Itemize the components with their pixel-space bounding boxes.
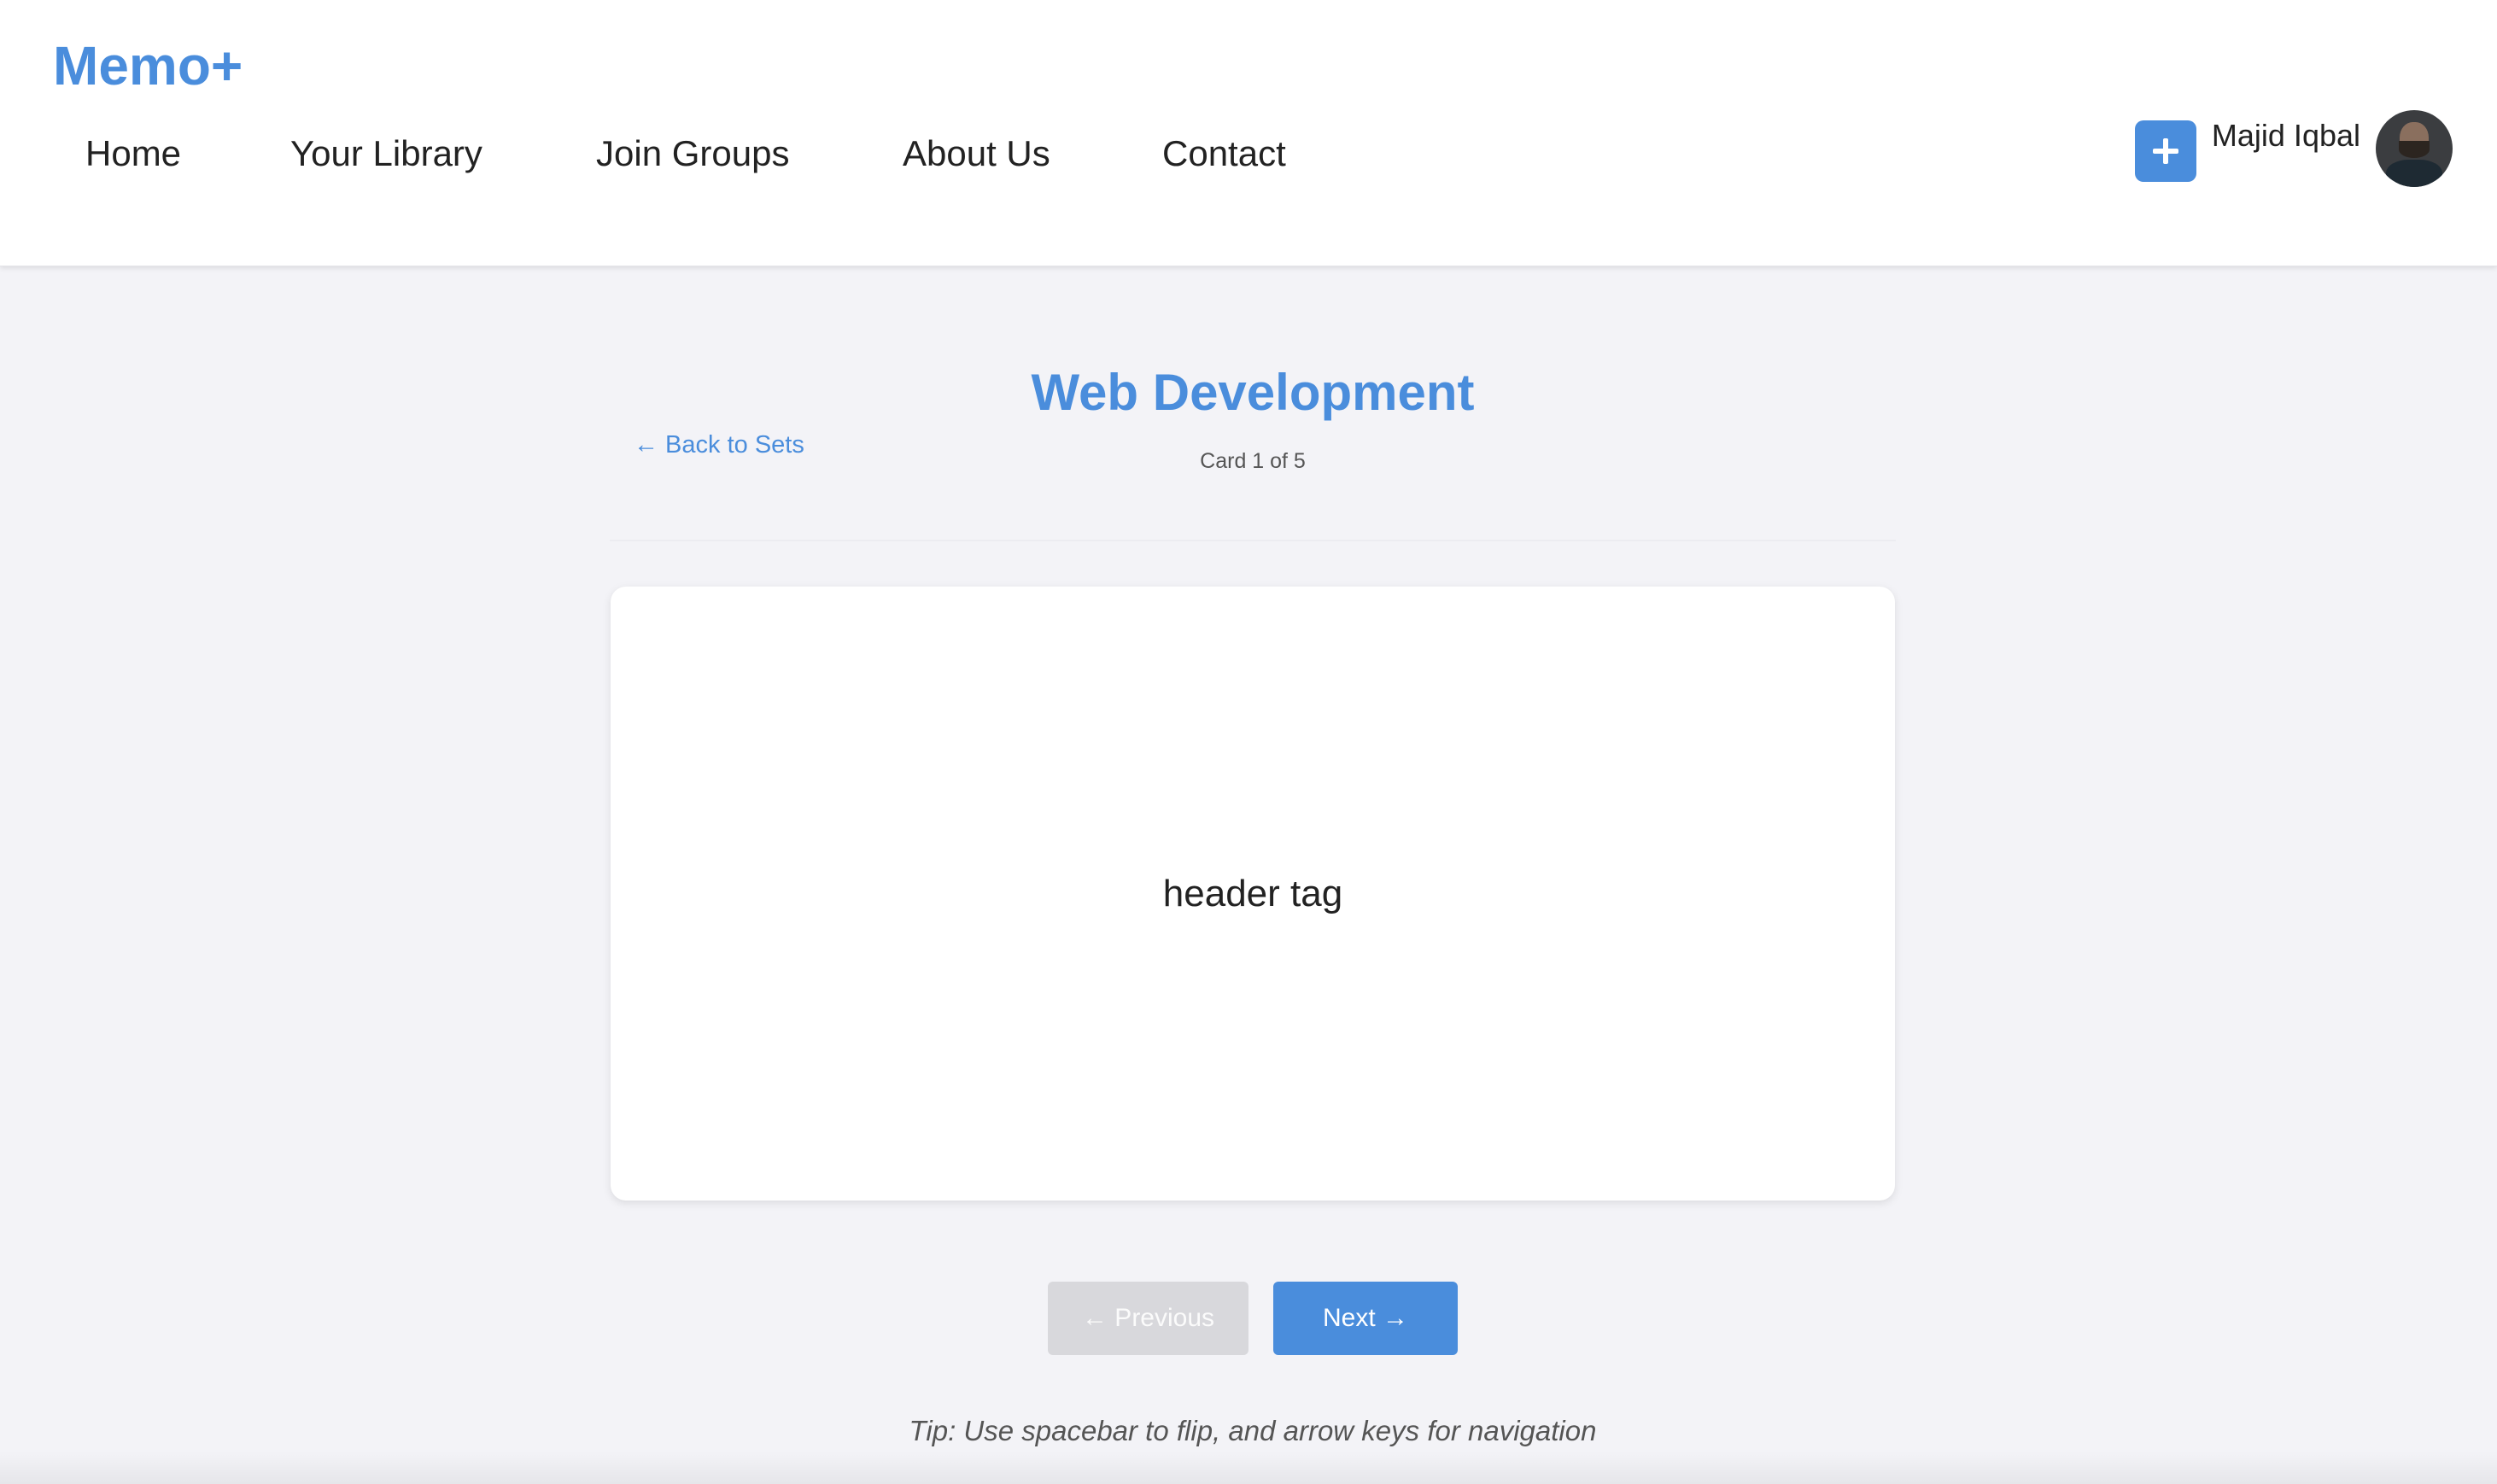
next-button[interactable]: Next → <box>1273 1282 1458 1355</box>
nav-item-home[interactable]: Home <box>85 128 181 179</box>
card-counter: Card 1 of 5 <box>1200 449 1306 473</box>
flashcard[interactable]: header tag <box>611 587 1895 1201</box>
user-name: Majid Iqbal <box>2211 118 2360 153</box>
nav-item-join-groups[interactable]: Join Groups <box>596 128 789 179</box>
nav-item-about-us[interactable]: About Us <box>903 128 1050 179</box>
plus-icon <box>2152 138 2178 164</box>
avatar-body <box>2386 160 2442 187</box>
nav-item-contact[interactable]: Contact <box>1162 128 1286 179</box>
keyboard-tip: Tip: Use spacebar to flip, and arrow key… <box>909 1415 1597 1446</box>
user-area: Majid Iqbal <box>2134 109 2453 188</box>
bottom-fade <box>0 1452 2497 1484</box>
site-header: Memo+ Home Your Library Join Groups Abou… <box>0 0 2497 266</box>
add-set-button[interactable] <box>2134 120 2196 182</box>
flashcard-text: header tag <box>1162 872 1343 914</box>
divider <box>610 540 1896 541</box>
previous-button[interactable]: ← Previous <box>1048 1282 1248 1355</box>
nav-item-your-library[interactable]: Your Library <box>290 128 482 179</box>
avatar[interactable] <box>2376 110 2453 187</box>
avatar-beard <box>2399 141 2430 158</box>
set-title: Web Development <box>1031 364 1475 421</box>
logo[interactable]: Memo+ <box>53 34 243 97</box>
